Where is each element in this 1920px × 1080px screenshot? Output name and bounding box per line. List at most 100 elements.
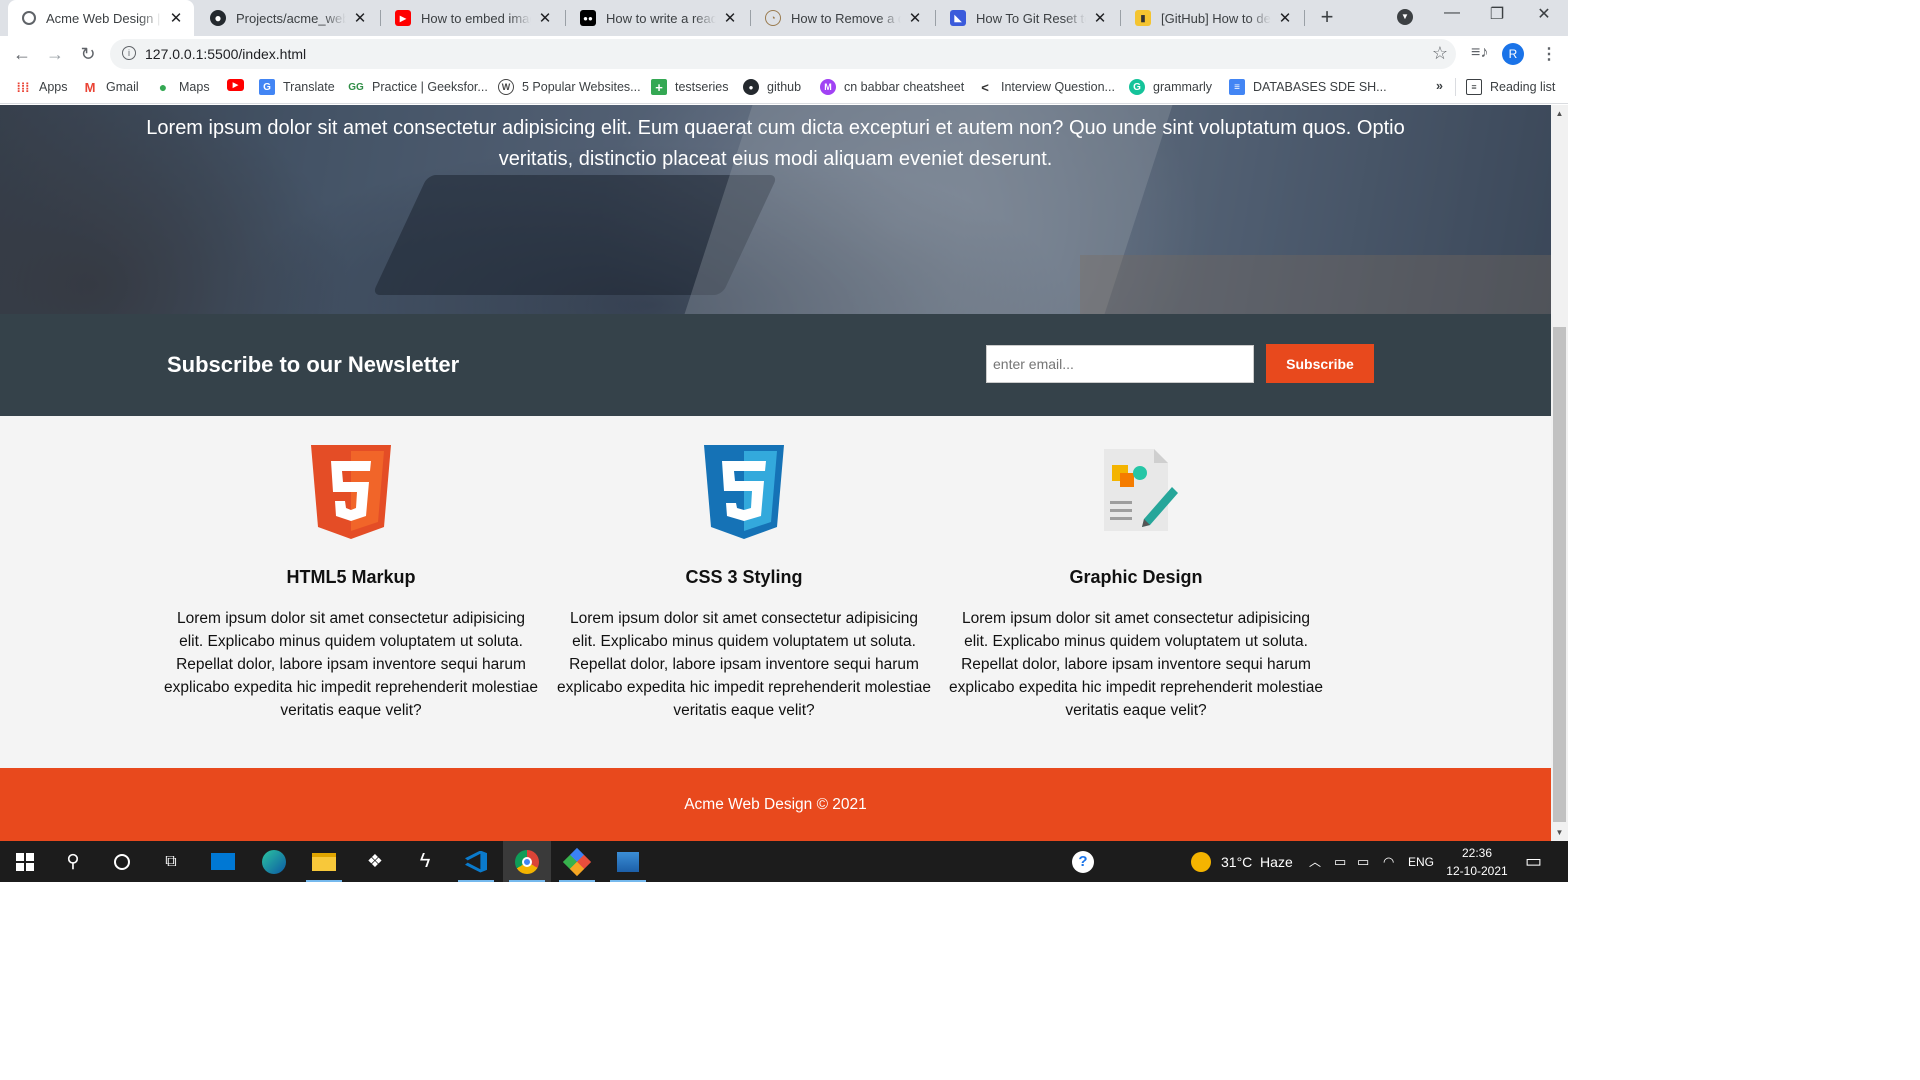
tab-remove-directory[interactable]: ◔ How to Remove a directory ✕ (751, 0, 933, 36)
restore-icon[interactable]: ❐ (1482, 4, 1512, 24)
dropbox-icon[interactable]: ❖ (351, 841, 399, 882)
globe-icon (22, 11, 36, 25)
grammarly-icon: G (1129, 79, 1145, 95)
tab-github-projects[interactable]: ● Projects/acme_web design ✕ (196, 0, 378, 36)
photos-icon[interactable] (604, 841, 652, 882)
newsletter-section: Subscribe to our Newsletter Subscribe (0, 314, 1551, 416)
close-icon[interactable]: ✕ (537, 9, 553, 27)
show-hidden-icons[interactable]: ︿ (1309, 841, 1321, 882)
bookmark-grammarly[interactable]: G grammarly (1129, 79, 1212, 95)
bookmark-label: DATABASES SDE SH... (1253, 80, 1387, 94)
bookmark-testseries[interactable]: + testseries (651, 79, 729, 95)
bookmark-translate[interactable]: G Translate (259, 79, 335, 95)
site-info-icon[interactable]: i (122, 46, 136, 60)
subscribe-button[interactable]: Subscribe (1266, 344, 1374, 383)
sublime-icon[interactable]: ϟ (401, 841, 449, 882)
close-icon[interactable]: ✕ (1092, 9, 1108, 27)
menu-icon[interactable]: ⋮ (1541, 44, 1557, 64)
bookmark-label: Interview Question... (1001, 80, 1115, 94)
bookmark-gmail[interactable]: M Gmail (82, 79, 139, 95)
email-input[interactable] (986, 345, 1254, 383)
close-icon[interactable]: ✕ (168, 9, 184, 27)
url-text[interactable]: 127.0.0.1:5500/index.html (145, 46, 306, 62)
close-icon[interactable]: ✕ (907, 9, 923, 27)
tab-medium-readme[interactable]: ●● How to write a readme ✕ (566, 0, 748, 36)
reading-list-label: Reading list (1490, 80, 1556, 94)
bracket-icon: < (981, 79, 989, 95)
bookmark-label: Apps (39, 80, 68, 94)
new-tab-icon[interactable]: + (1316, 6, 1338, 28)
reading-list-button[interactable]: ≡ Reading list (1466, 79, 1555, 95)
back-icon[interactable]: ← (11, 43, 33, 65)
tab-strip: Acme Web Design | welcome ✕ ● Projects/a… (0, 0, 1568, 36)
cortana-icon[interactable] (98, 841, 146, 882)
tab-title: How to Remove a directory (791, 10, 901, 26)
meet-now-icon[interactable]: ▭ (1334, 841, 1346, 882)
scrollbar-thumb[interactable] (1553, 327, 1566, 822)
css3-logo-icon (702, 445, 786, 544)
window-close-icon[interactable]: ✕ (1529, 4, 1559, 24)
bookmark-geeksforgeeks[interactable]: GG Practice | Geeksfor... (348, 79, 488, 95)
scroll-up-icon[interactable]: ▲ (1551, 105, 1568, 122)
bookmark-popular-websites[interactable]: W 5 Popular Websites... (498, 79, 641, 95)
search-icon[interactable]: ⚲ (49, 841, 97, 882)
page-footer: Acme Web Design © 2021 (0, 768, 1551, 841)
bookmarks-bar: ⁞⁞⁞ Apps M Gmail ● Maps ▶ G Translate GG… (0, 72, 1568, 104)
medium-icon: ●● (580, 10, 596, 26)
tab-github-delete[interactable]: ▮ [GitHub] How to delete ✕ (1121, 0, 1303, 36)
clock[interactable]: 22:36 12-10-2021 (1442, 841, 1512, 882)
task-view-icon[interactable]: ⧉ (147, 841, 195, 882)
reload-icon[interactable]: ↻ (77, 43, 99, 65)
docs-icon: ≡ (1229, 79, 1245, 95)
maps-pin-icon: ● (158, 79, 168, 95)
translate-icon: G (259, 79, 275, 95)
bookmark-github[interactable]: ● github (743, 79, 801, 95)
forward-icon[interactable]: → (44, 43, 66, 65)
notifications-icon[interactable]: ▭ (1525, 841, 1542, 882)
gitkraken-icon[interactable] (553, 841, 601, 882)
tab-youtube-embed[interactable]: ▶ How to embed images in readme ✕ (381, 0, 563, 36)
edge-icon[interactable] (250, 841, 298, 882)
windows-taskbar: ⚲ ⧉ ❖ ϟ ? 31°C Haze ︿ ▭ ▭ ◠ ENG 22:36 12… (0, 841, 1568, 882)
wifi-icon[interactable]: ◠ (1383, 841, 1394, 882)
address-bar[interactable]: i 127.0.0.1:5500/index.html ☆ (110, 39, 1456, 69)
html5-logo-icon (309, 445, 393, 544)
minimize-icon[interactable]: — (1437, 4, 1467, 22)
media-control-icon[interactable]: ≡♪ (1471, 44, 1488, 62)
bookmark-databases[interactable]: ≡ DATABASES SDE SH... (1229, 79, 1387, 95)
close-icon[interactable]: ✕ (722, 9, 738, 27)
tab-acme-web-design[interactable]: Acme Web Design | welcome ✕ (8, 0, 194, 36)
plus-square-icon: + (651, 79, 667, 95)
github-icon: ● (743, 79, 759, 95)
box-text: Lorem ipsum dolor sit amet consectetur a… (557, 610, 931, 719)
bookmark-label: 5 Popular Websites... (522, 80, 641, 94)
chrome-icon[interactable] (503, 841, 551, 882)
bookmark-youtube[interactable]: ▶ (227, 79, 252, 91)
file-explorer-icon[interactable] (300, 841, 348, 882)
profile-avatar[interactable]: R (1502, 43, 1524, 65)
bookmark-label: Maps (179, 80, 210, 94)
help-icon[interactable]: ? (1072, 841, 1094, 882)
close-icon[interactable]: ✕ (352, 9, 368, 27)
tab-search-icon[interactable]: ▼ (1397, 9, 1413, 25)
windows-start-icon[interactable] (1, 841, 49, 882)
mail-icon[interactable] (199, 841, 247, 882)
bookmark-cn-babbar[interactable]: M cn babbar cheatsheet (820, 79, 964, 95)
tab-git-reset[interactable]: ◣ How To Git Reset to HEAD ✕ (936, 0, 1118, 36)
hero-paragraph: Lorem ipsum dolor sit amet consectetur a… (146, 117, 1405, 170)
bookmarks-overflow-button[interactable]: » (1436, 79, 1443, 93)
bookmark-icon: ▮ (1135, 10, 1151, 26)
vscode-icon[interactable] (452, 841, 500, 882)
scroll-down-icon[interactable]: ▼ (1551, 824, 1568, 841)
language-indicator[interactable]: ENG (1408, 841, 1434, 882)
bookmark-interview-questions[interactable]: < Interview Question... (977, 79, 1115, 95)
battery-icon[interactable]: ▭ (1357, 841, 1369, 882)
bookmark-maps[interactable]: ● Maps (155, 79, 210, 95)
weather-widget[interactable]: 31°C Haze (1191, 841, 1293, 882)
bookmark-star-icon[interactable]: ☆ (1432, 43, 1448, 64)
youtube-icon: ▶ (395, 10, 411, 26)
bookmark-apps[interactable]: ⁞⁞⁞ Apps (15, 79, 68, 95)
geeksforgeeks-icon: GG (348, 81, 364, 93)
page-scrollbar[interactable]: ▲ ▼ (1551, 105, 1568, 841)
close-icon[interactable]: ✕ (1277, 9, 1293, 27)
